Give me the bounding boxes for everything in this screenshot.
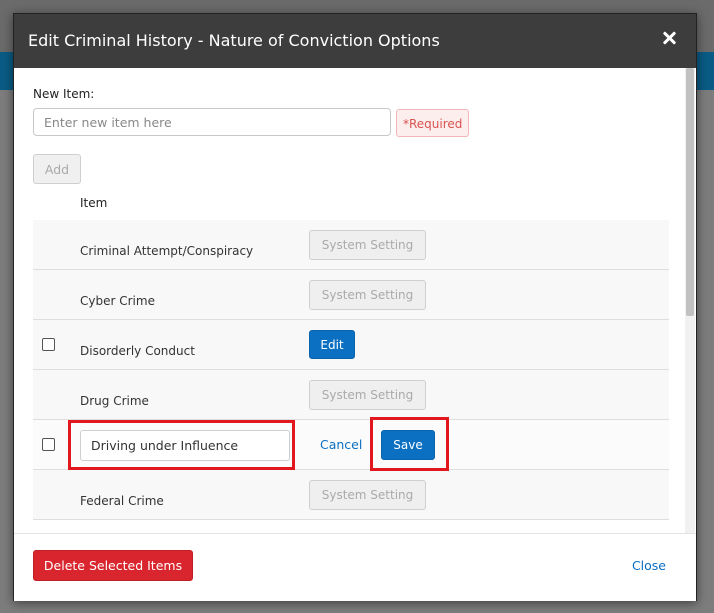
row-checkbox[interactable]: [42, 338, 55, 351]
item-name: Disorderly Conduct: [80, 344, 195, 358]
table-row: Disorderly Conduct Edit: [33, 320, 669, 370]
modal-title: Edit Criminal History - Nature of Convic…: [28, 31, 440, 50]
system-setting-button: System Setting: [309, 230, 426, 260]
new-item-label: New Item:: [33, 87, 95, 101]
edit-button[interactable]: Edit: [309, 330, 355, 359]
table-row: Cyber Crime System Setting: [33, 270, 669, 320]
modal-header: Edit Criminal History - Nature of Convic…: [14, 14, 696, 68]
item-name: Criminal Attempt/Conspiracy: [80, 244, 254, 258]
row-checkbox[interactable]: [42, 438, 55, 451]
edit-options-modal: Edit Criminal History - Nature of Convic…: [13, 13, 697, 601]
table-row: Drug Crime System Setting: [33, 370, 669, 420]
scrollbar-thumb[interactable]: [686, 68, 694, 316]
modal-body: New Item: *Required Add Item Criminal At…: [14, 68, 686, 533]
column-header-item: Item: [80, 196, 108, 210]
table-header: Item: [33, 188, 669, 221]
table-row: Criminal Attempt/Conspiracy System Setti…: [33, 220, 669, 270]
close-link[interactable]: Close: [632, 558, 666, 573]
cancel-link[interactable]: Cancel: [320, 437, 362, 452]
new-item-input[interactable]: [33, 108, 391, 136]
add-button[interactable]: Add: [33, 154, 81, 184]
system-setting-button: System Setting: [309, 480, 426, 510]
edit-item-input[interactable]: [80, 430, 290, 461]
system-setting-button: System Setting: [309, 280, 426, 310]
table-row: Federal Crime System Setting: [33, 470, 669, 520]
close-icon[interactable]: [660, 29, 678, 47]
required-badge: *Required: [396, 109, 470, 137]
item-name: Cyber Crime: [80, 294, 155, 308]
delete-selected-button[interactable]: Delete Selected Items: [33, 550, 193, 581]
item-name: Federal Crime: [80, 494, 164, 508]
table-row-editing: Cancel Save: [33, 420, 669, 470]
modal-footer: Delete Selected Items Close: [14, 533, 696, 601]
system-setting-button: System Setting: [309, 380, 426, 410]
save-button[interactable]: Save: [381, 430, 435, 460]
item-name: Drug Crime: [80, 394, 149, 408]
scrollbar[interactable]: [685, 68, 695, 533]
